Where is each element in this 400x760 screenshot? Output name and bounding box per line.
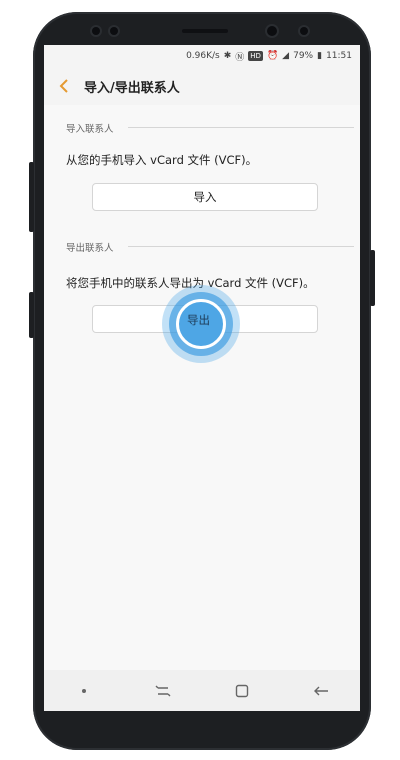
iris-sensor-icon: [300, 27, 308, 35]
navigation-bar: [44, 670, 360, 711]
back-button[interactable]: [44, 67, 84, 105]
hd-icon: HD: [248, 51, 263, 61]
screen: 0.96K/s ✱ Ⓝ HD ⏰ ◢ 79% ▮ 11:51 导入/导出联系人 …: [44, 45, 360, 711]
import-section-title: 导入联系人: [66, 124, 114, 135]
import-button-label: 导入: [193, 190, 217, 204]
export-section-title: 导出联系人: [66, 243, 114, 254]
dot-icon[interactable]: [64, 676, 104, 706]
nfc-icon: Ⓝ: [235, 52, 245, 63]
section-divider: [128, 246, 354, 247]
alarm-icon: ⏰: [266, 51, 279, 61]
app-bar: 导入/导出联系人: [44, 67, 360, 105]
top-bezel: [52, 20, 352, 44]
bixby-button: [29, 292, 34, 338]
home-icon[interactable]: [222, 676, 262, 706]
signal-icon: ◢: [282, 51, 290, 61]
chevron-left-icon: [59, 79, 68, 93]
sensor-icon: [92, 27, 100, 35]
status-bar: 0.96K/s ✱ Ⓝ HD ⏰ ◢ 79% ▮ 11:51: [44, 45, 360, 67]
clock: 11:51: [326, 51, 352, 61]
recents-glyph-icon: [155, 685, 170, 696]
main-content: 导入联系人 从您的手机导入 vCard 文件 (VCF)。 导入 导出联系人 将…: [44, 105, 360, 670]
earpiece: [182, 29, 228, 33]
power-button: [370, 250, 375, 306]
front-camera-icon: [267, 26, 277, 36]
back-icon[interactable]: [301, 676, 341, 706]
network-speed: 0.96K/s: [186, 51, 220, 61]
recents-icon[interactable]: [143, 676, 183, 706]
battery-percent: 79%: [293, 51, 314, 61]
volume-button: [29, 162, 34, 232]
sensor-icon: [110, 27, 118, 35]
import-description: 从您的手机导入 vCard 文件 (VCF)。: [66, 153, 258, 167]
battery-icon: ▮: [317, 51, 323, 61]
back-arrow-icon: [313, 686, 328, 695]
export-button-label: 导出: [187, 313, 210, 327]
page-title: 导入/导出联系人: [84, 80, 180, 96]
home-glyph-icon: [235, 684, 248, 697]
section-divider: [128, 127, 354, 128]
bluetooth-icon: ✱: [223, 51, 232, 61]
import-button[interactable]: 导入: [92, 183, 318, 211]
